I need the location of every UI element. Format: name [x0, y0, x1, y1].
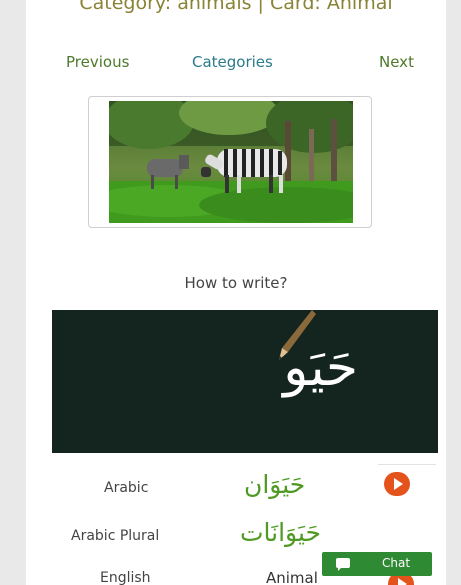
arabic-value: حَيَوَان	[244, 470, 306, 499]
card-navigation: Previous Categories Next	[26, 53, 446, 73]
divider	[378, 464, 436, 465]
how-to-write-heading: How to write?	[184, 274, 288, 292]
english-label: English	[100, 570, 151, 585]
arabic-plural-row: Arabic Plural حَيَوَانَات	[26, 518, 446, 554]
card-header: Category: animals | Card: Animal	[79, 0, 393, 14]
chat-bubble-icon	[336, 558, 350, 571]
zebra-photo	[109, 101, 353, 223]
arabic-plural-label: Arabic Plural	[71, 528, 160, 544]
chat-label: Chat	[382, 556, 411, 570]
card-image-frame	[88, 96, 372, 228]
english-value: Animal	[266, 569, 318, 585]
next-link[interactable]: Next	[379, 53, 414, 71]
handwritten-word: حَيَو	[283, 338, 358, 398]
play-arabic-button[interactable]	[384, 472, 410, 496]
arabic-plural-value: حَيَوَانَات	[240, 518, 321, 547]
chat-button[interactable]: Chat	[322, 552, 432, 576]
categories-link[interactable]: Categories	[192, 53, 273, 71]
arabic-label: Arabic	[104, 480, 149, 496]
writing-board: حَيَو	[52, 310, 438, 453]
previous-link[interactable]: Previous	[66, 53, 129, 71]
arabic-row: Arabic حَيَوَان	[26, 470, 446, 506]
phone-screen: Category: animals | Card: Animal Previou…	[26, 0, 446, 585]
